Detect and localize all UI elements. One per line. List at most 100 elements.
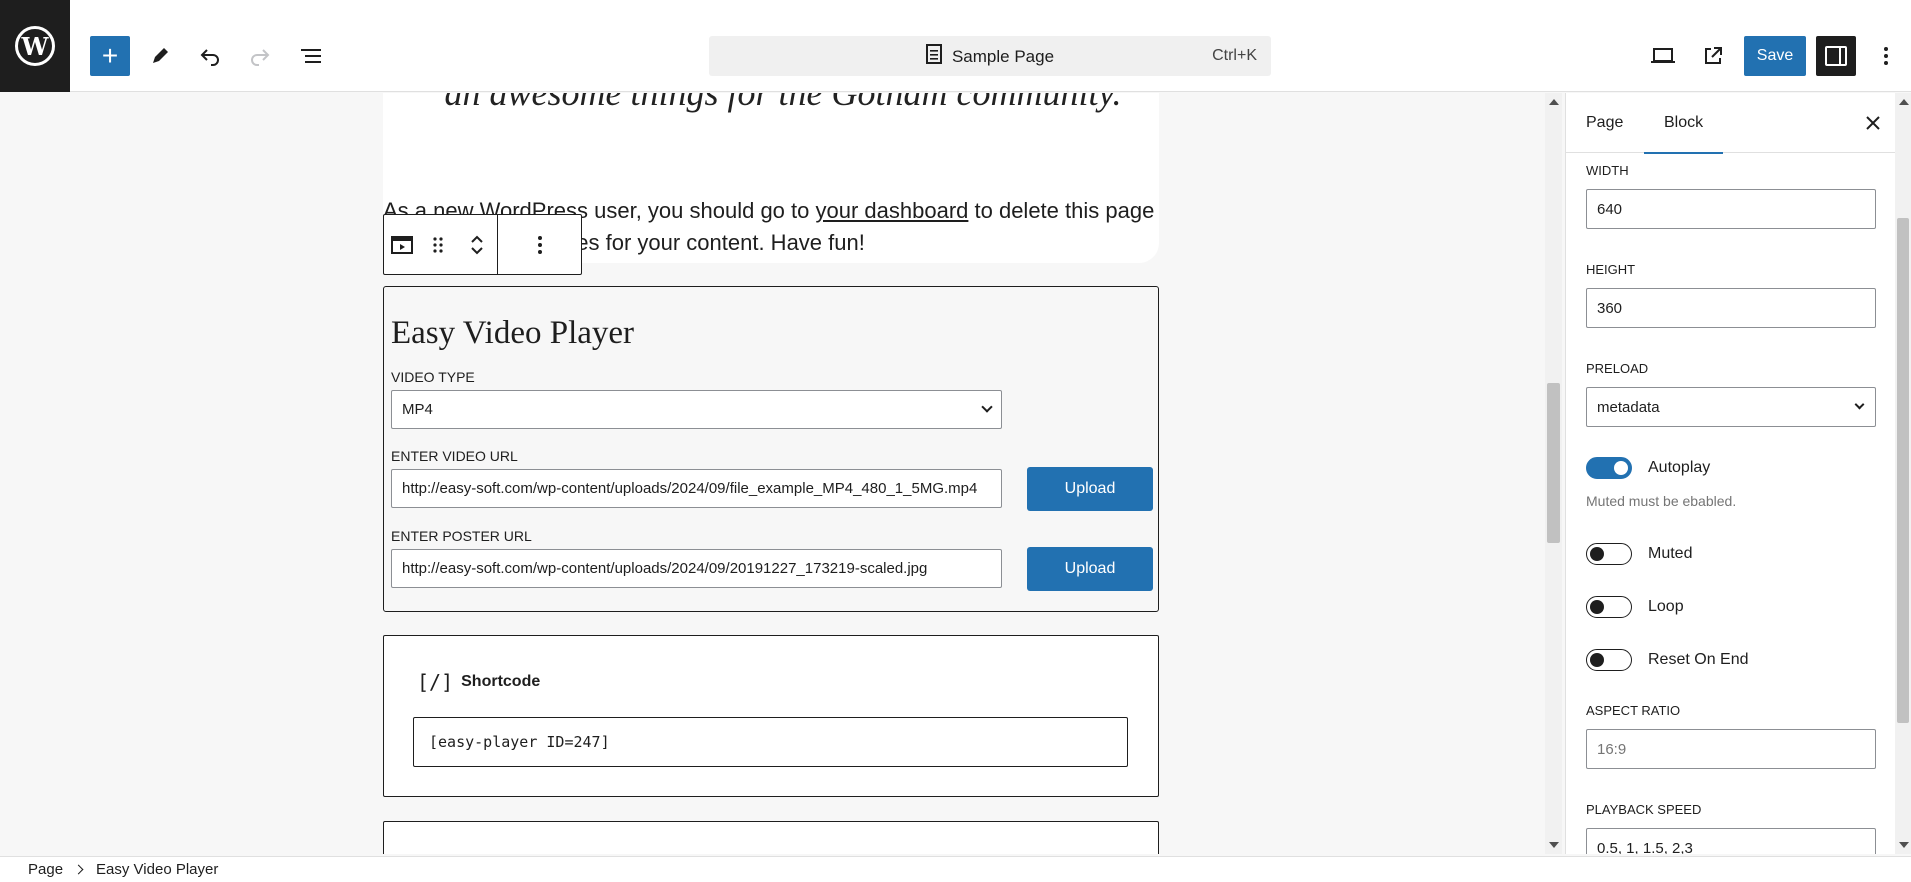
muted-label: Muted (1648, 545, 1693, 562)
more-vertical-icon (537, 235, 542, 254)
document-overview-button[interactable] (291, 36, 331, 76)
block-options-button[interactable] (498, 215, 581, 274)
plus-icon: + (101, 40, 119, 71)
poster-url-label: ENTER POSTER URL (391, 528, 532, 544)
command-shortcut: Ctrl+K (1212, 47, 1257, 64)
close-sidebar-button[interactable] (1859, 109, 1887, 137)
muted-toggle[interactable] (1586, 543, 1632, 565)
video-url-input[interactable]: http://easy-soft.com/wp-content/uploads/… (391, 469, 1002, 508)
height-label: HEIGHT (1586, 262, 1636, 277)
settings-toggle-button[interactable] (1816, 36, 1856, 76)
page-icon (925, 43, 942, 69)
scroll-down-icon[interactable] (1899, 842, 1909, 848)
tab-page[interactable]: Page (1586, 93, 1623, 153)
video-type-select[interactable]: MP4 (391, 390, 1002, 429)
shortcode-input[interactable]: [easy-player ID=247] (413, 717, 1128, 767)
move-buttons (456, 215, 498, 274)
scrollbar-thumb[interactable] (1897, 218, 1909, 723)
block-type-button[interactable] (384, 215, 420, 274)
save-button[interactable]: Save (1744, 36, 1806, 76)
shortcode-title: Shortcode (461, 673, 541, 690)
sidebar-icon (1825, 46, 1847, 66)
sidebar-tabs: Page Block (1566, 93, 1895, 154)
scroll-up-icon[interactable] (1899, 99, 1909, 105)
block-title: Easy Video Player (391, 315, 635, 351)
close-icon (1866, 116, 1880, 130)
scroll-down-icon[interactable] (1549, 842, 1559, 848)
preload-label: PRELOAD (1586, 361, 1649, 376)
poster-url-input[interactable]: http://easy-soft.com/wp-content/uploads/… (391, 549, 1002, 588)
scroll-up-icon[interactable] (1549, 99, 1559, 105)
easy-video-player-block[interactable]: Easy Video Player VIDEO TYPE MP4 ENTER V… (383, 286, 1159, 612)
upload-poster-button[interactable]: Upload (1027, 547, 1153, 591)
list-view-icon (301, 49, 321, 63)
loop-toggle-row[interactable]: Loop (1586, 595, 1684, 619)
playback-speed-input[interactable]: 0.5, 1, 1.5, 2,3 (1586, 828, 1876, 854)
chevron-up-icon[interactable] (469, 233, 485, 245)
next-block[interactable] (383, 821, 1159, 854)
chevron-right-icon (73, 864, 84, 875)
settings-sidebar: Page Block WIDTH 640 HEIGHT 360 PRELOAD … (1565, 93, 1895, 854)
canvas-scrollbar[interactable] (1545, 93, 1562, 854)
wordpress-icon: W (15, 26, 55, 66)
external-link-icon (1705, 47, 1722, 64)
autoplay-toggle[interactable] (1586, 457, 1632, 479)
desktop-icon (1651, 48, 1675, 63)
chevron-down-icon[interactable] (469, 245, 485, 257)
width-input[interactable]: 640 (1586, 189, 1876, 229)
tab-block[interactable]: Block (1643, 93, 1724, 154)
editor-header: W + Sample Page Ctrl+K Save (0, 0, 1911, 92)
aspect-ratio-input[interactable]: 16:9 (1586, 729, 1876, 769)
document-title: Sample Page (951, 46, 1055, 66)
dashboard-link[interactable]: your dashboard (816, 198, 969, 223)
sidebar-scrollbar[interactable] (1895, 93, 1911, 854)
reset-on-end-toggle[interactable] (1586, 649, 1632, 671)
more-vertical-icon (1884, 47, 1888, 65)
shortcode-icon: [/] (417, 670, 454, 694)
video-type-label: VIDEO TYPE (391, 369, 475, 385)
breadcrumb-page[interactable]: Page (28, 861, 63, 878)
block-breadcrumb: Page Easy Video Player (0, 856, 1911, 882)
options-button[interactable] (1866, 36, 1906, 76)
preload-select[interactable]: metadata (1586, 387, 1876, 427)
drag-icon (433, 236, 443, 253)
video-icon (391, 235, 413, 254)
block-toolbar (383, 214, 582, 275)
shortcode-block[interactable]: [/] Shortcode [easy-player ID=247] (383, 635, 1159, 797)
chevron-down-icon (1854, 399, 1865, 410)
autoplay-help-text: Muted must be ebabled. (1586, 493, 1737, 509)
undo-button[interactable] (190, 36, 230, 76)
shortcode-header: [/] Shortcode (417, 670, 540, 694)
upload-video-button[interactable]: Upload (1027, 467, 1153, 511)
preview-device-button[interactable] (1643, 36, 1683, 76)
tools-button[interactable] (140, 36, 180, 76)
loop-label: Loop (1648, 598, 1684, 615)
playback-speed-label: PLAYBACK SPEED (1586, 802, 1702, 817)
scrollbar-thumb[interactable] (1547, 383, 1560, 543)
loop-toggle[interactable] (1586, 596, 1632, 618)
video-type-value: MP4 (402, 401, 433, 418)
add-block-button[interactable]: + (90, 36, 130, 76)
autoplay-label: Autoplay (1648, 459, 1711, 476)
muted-toggle-row[interactable]: Muted (1586, 542, 1692, 566)
autoplay-toggle-row[interactable]: Autoplay (1586, 456, 1710, 480)
quote-text: an awesome things for the Gotham communi… (444, 93, 1122, 113)
reset-on-end-label: Reset On End (1648, 651, 1749, 668)
reset-on-end-toggle-row[interactable]: Reset On End (1586, 648, 1749, 672)
redo-button[interactable] (240, 36, 280, 76)
aspect-ratio-label: ASPECT RATIO (1586, 703, 1681, 718)
editor-canvas: an awesome things for the Gotham communi… (0, 93, 1562, 854)
height-input[interactable]: 360 (1586, 288, 1876, 328)
wordpress-logo-button[interactable]: W (0, 0, 70, 92)
drag-handle[interactable] (420, 215, 456, 274)
redo-icon (251, 49, 270, 66)
chevron-down-icon (981, 401, 993, 413)
breadcrumb-block[interactable]: Easy Video Player (96, 861, 218, 878)
document-bar[interactable]: Sample Page Ctrl+K (709, 36, 1271, 76)
view-page-button[interactable] (1693, 36, 1733, 76)
undo-icon (200, 49, 219, 66)
pencil-icon (153, 48, 168, 63)
width-label: WIDTH (1586, 163, 1629, 178)
preload-value: metadata (1597, 398, 1660, 416)
video-url-label: ENTER VIDEO URL (391, 448, 518, 464)
